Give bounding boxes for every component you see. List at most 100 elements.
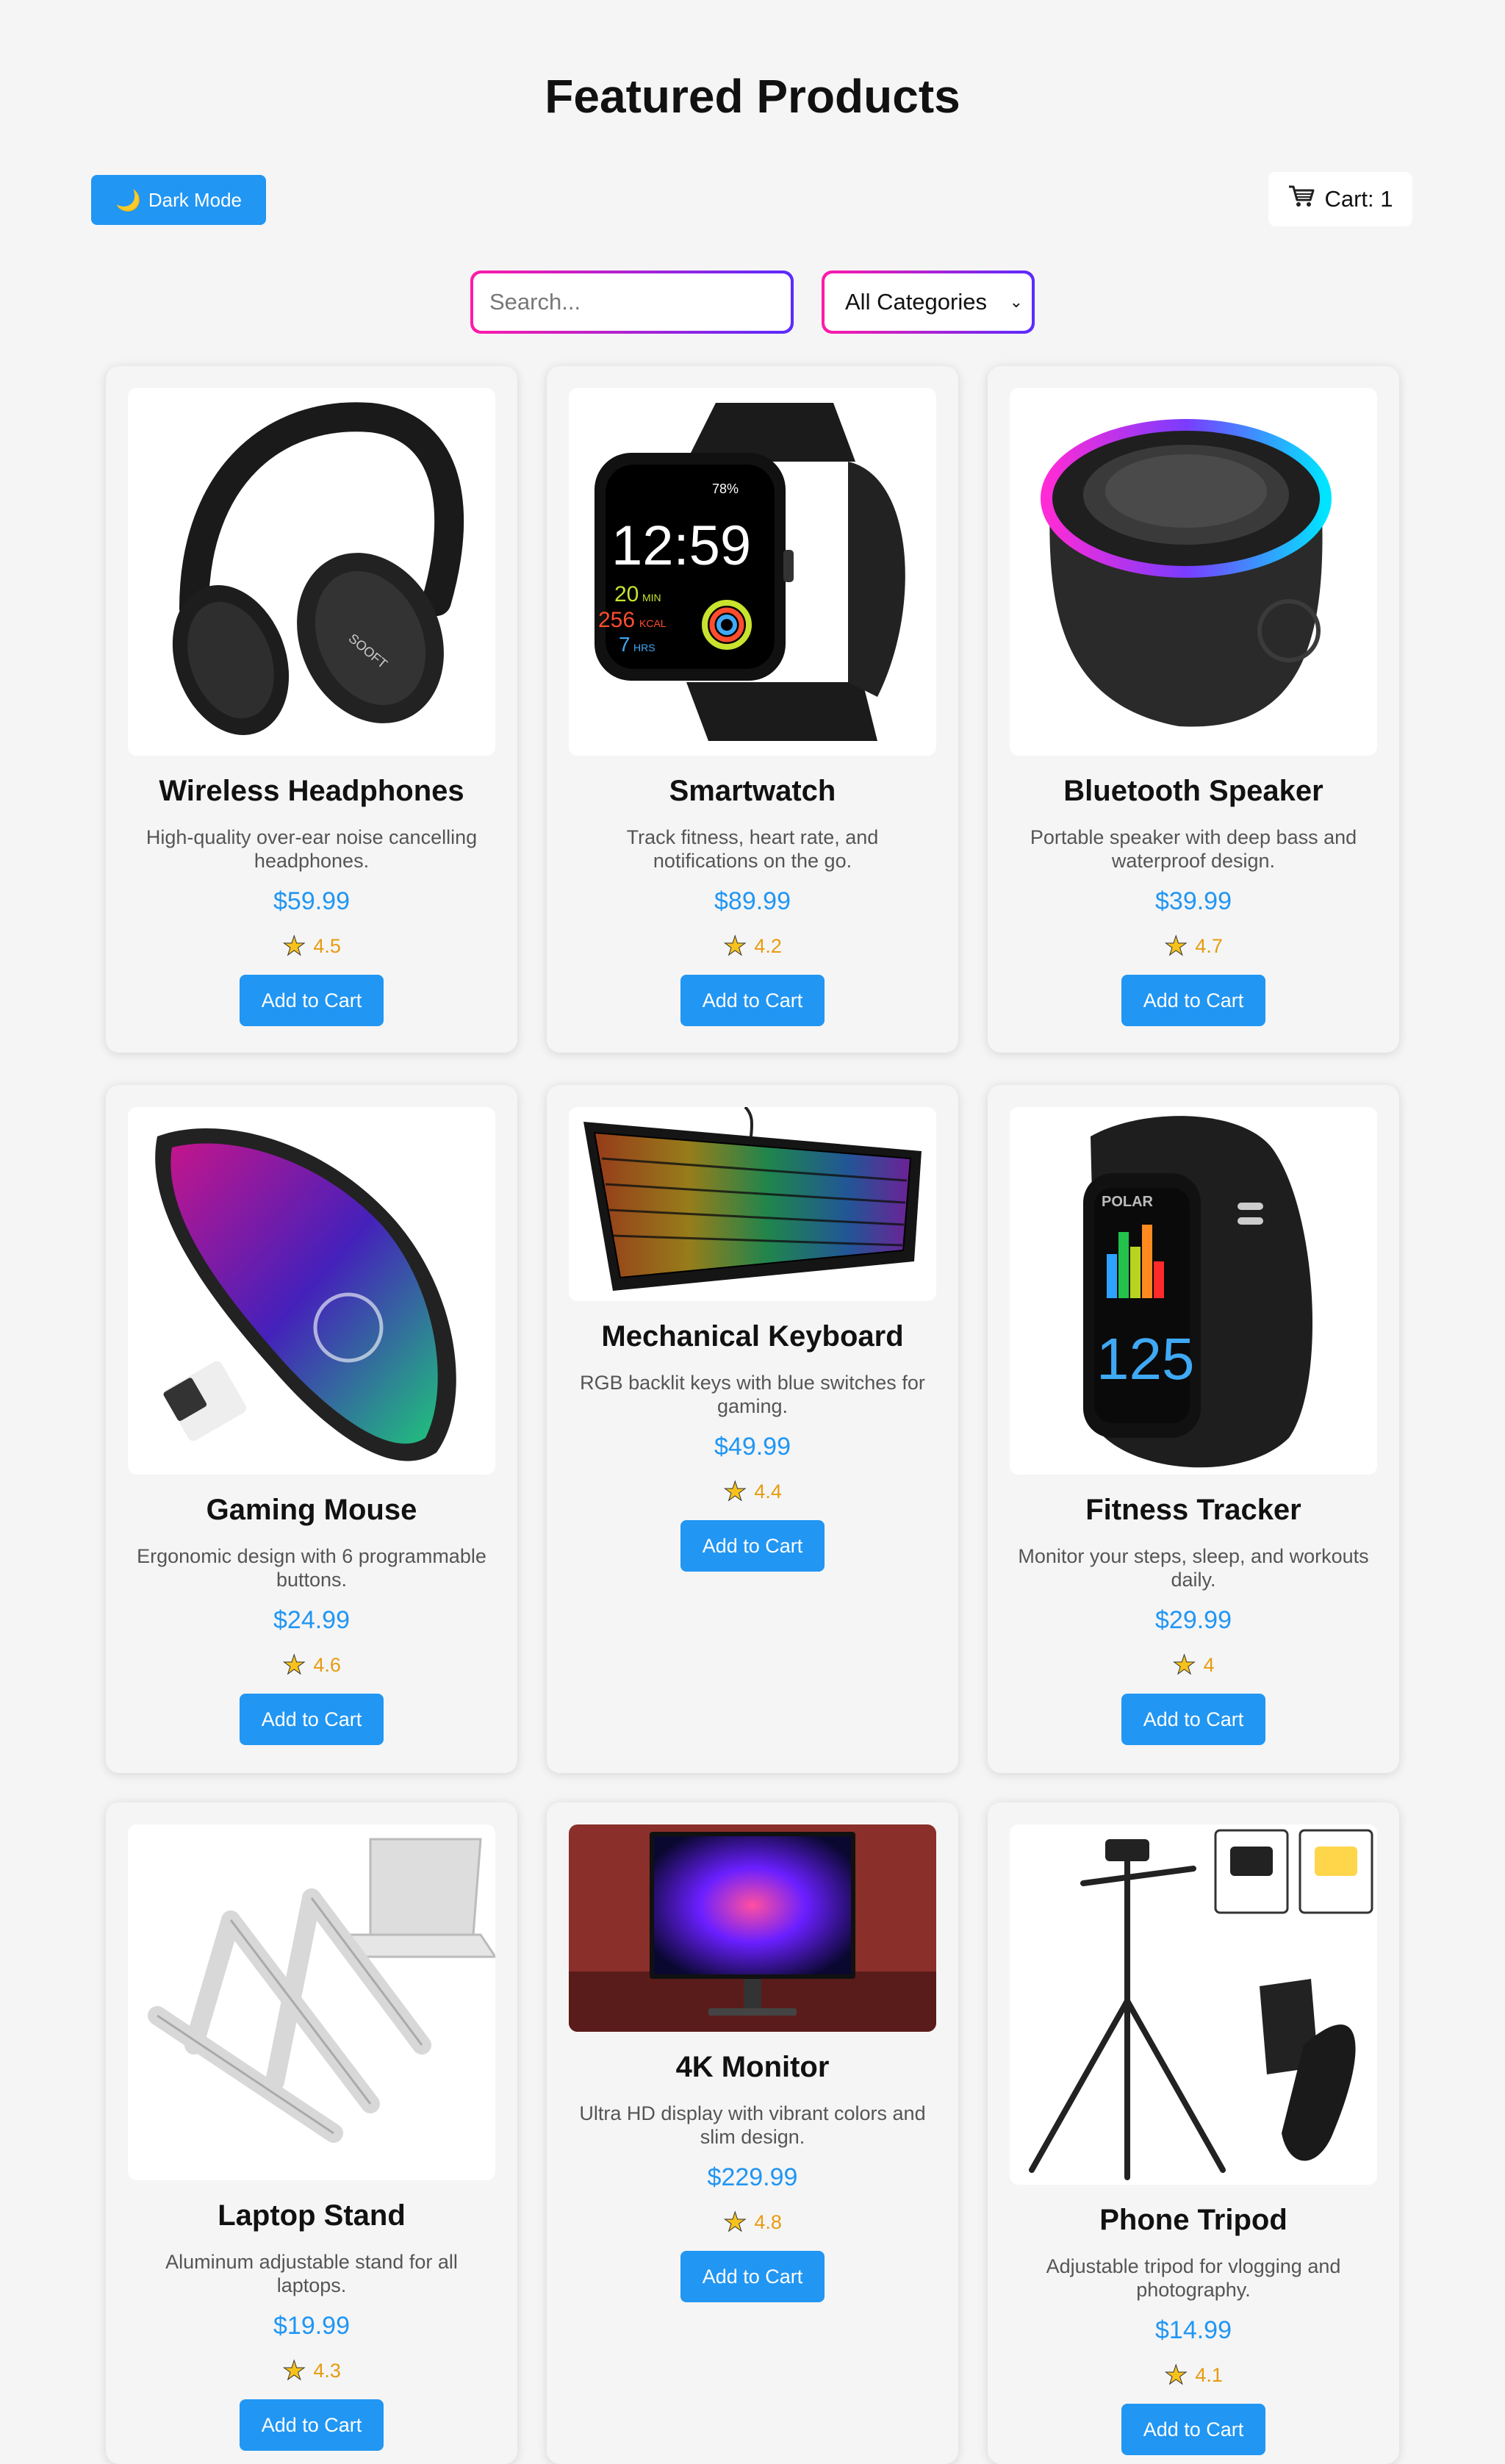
product-price: $24.99 xyxy=(273,1606,350,1634)
watch-min-unit: MIN xyxy=(642,592,661,604)
product-name: Phone Tripod xyxy=(1099,2204,1287,2236)
watch-time: 12:59 xyxy=(611,515,751,577)
dark-mode-button[interactable]: 🌙 Dark Mode xyxy=(91,175,266,225)
laptop-stand-image xyxy=(128,1824,495,2180)
watch-battery: 78% xyxy=(712,481,739,496)
add-to-cart-button[interactable]: Add to Cart xyxy=(1121,975,1265,1026)
cart-icon xyxy=(1287,184,1315,215)
product-name: Bluetooth Speaker xyxy=(1063,775,1323,807)
tracker-value: 125 xyxy=(1096,1326,1194,1392)
product-price: $49.99 xyxy=(714,1433,791,1461)
product-name: Mechanical Keyboard xyxy=(601,1320,904,1353)
headphones-image: SOOFT xyxy=(128,388,495,756)
product-description: Track fitness, heart rate, and notificat… xyxy=(626,826,879,872)
rating-value: 4.4 xyxy=(754,1480,782,1503)
product-rating: ★ 4.3 xyxy=(128,2355,495,2386)
watch-kcal-unit: KCAL xyxy=(639,617,667,629)
fitness-tracker-image: POLAR 125 xyxy=(1010,1107,1377,1475)
product-card: POLAR 125 Fitness Tracker Monitor your s… xyxy=(988,1085,1399,1773)
add-to-cart-button[interactable]: Add to Cart xyxy=(1121,1694,1265,1745)
product-card: 78% 12:59 20 MIN 256 KCAL 7 HRS Smartwat… xyxy=(547,366,958,1053)
star-icon: ★ xyxy=(723,2207,747,2238)
star-icon: ★ xyxy=(282,931,306,961)
product-description: Portable speaker with deep bass and wate… xyxy=(1030,826,1357,872)
keyboard-image xyxy=(569,1107,936,1301)
watch-min: 20 xyxy=(614,582,639,606)
product-card: Mechanical Keyboard RGB backlit keys wit… xyxy=(547,1085,958,1773)
category-select-value: All Categories xyxy=(845,289,987,315)
product-name: Gaming Mouse xyxy=(206,1494,417,1526)
category-select[interactable]: All Categories ⌄ xyxy=(822,271,1035,334)
star-icon: ★ xyxy=(282,2355,306,2386)
cart-count-label: Cart: 1 xyxy=(1324,186,1393,212)
product-name: Laptop Stand xyxy=(218,2199,406,2232)
monitor-image xyxy=(569,1824,936,2032)
product-rating: ★ 4.1 xyxy=(1010,2360,1377,2390)
rating-value: 4.8 xyxy=(754,2210,782,2233)
star-icon: ★ xyxy=(282,1650,306,1680)
product-description: Monitor your steps, sleep, and workouts … xyxy=(1018,1545,1369,1591)
star-icon: ★ xyxy=(1164,2360,1188,2390)
star-icon: ★ xyxy=(1164,931,1188,961)
product-card: Laptop Stand Aluminum adjustable stand f… xyxy=(106,1802,517,2464)
mouse-image xyxy=(128,1107,495,1475)
smartwatch-image: 78% 12:59 20 MIN 256 KCAL 7 HRS xyxy=(569,388,936,756)
product-card: Gaming Mouse Ergonomic design with 6 pro… xyxy=(106,1085,517,1773)
product-name: Fitness Tracker xyxy=(1085,1494,1301,1526)
watch-kcal: 256 xyxy=(598,608,635,632)
product-card: 4K Monitor Ultra HD display with vibrant… xyxy=(547,1802,958,2464)
star-icon: ★ xyxy=(723,1476,747,1507)
add-to-cart-button[interactable]: Add to Cart xyxy=(680,975,825,1026)
search-placeholder: Search... xyxy=(473,273,791,331)
moon-icon: 🌙 xyxy=(115,188,141,212)
product-card: Phone Tripod Adjustable tripod for vlogg… xyxy=(988,1802,1399,2464)
rating-value: 4 xyxy=(1203,1653,1215,1676)
add-to-cart-button[interactable]: Add to Cart xyxy=(240,2399,384,2451)
product-rating: ★ 4.7 xyxy=(1010,931,1377,961)
star-icon: ★ xyxy=(723,931,747,961)
rating-value: 4.2 xyxy=(754,934,782,957)
add-to-cart-button[interactable]: Add to Cart xyxy=(1121,2404,1265,2455)
product-name: 4K Monitor xyxy=(675,2051,830,2083)
product-card: Bluetooth Speaker Portable speaker with … xyxy=(988,366,1399,1053)
product-price: $89.99 xyxy=(714,887,791,915)
watch-hrs: 7 xyxy=(619,633,631,656)
rating-value: 4.3 xyxy=(313,2359,341,2382)
add-to-cart-button[interactable]: Add to Cart xyxy=(240,975,384,1026)
speaker-image xyxy=(1010,388,1377,756)
product-rating: ★ 4.8 xyxy=(569,2207,936,2238)
product-rating: ★ 4.5 xyxy=(128,931,495,961)
product-price: $29.99 xyxy=(1155,1606,1232,1634)
product-rating: ★ 4 xyxy=(1010,1650,1377,1680)
star-icon: ★ xyxy=(1172,1650,1196,1680)
rating-value: 4.1 xyxy=(1195,2363,1223,2386)
cart-button[interactable]: Cart: 1 xyxy=(1268,172,1412,226)
tripod-image xyxy=(1010,1824,1377,2185)
chevron-down-icon: ⌄ xyxy=(1009,293,1023,311)
search-input[interactable]: Search... xyxy=(470,271,794,334)
product-description: Adjustable tripod for vlogging and photo… xyxy=(1046,2255,1341,2301)
product-description: High-quality over-ear noise cancelling h… xyxy=(146,826,478,872)
product-description: Ergonomic design with 6 programmable but… xyxy=(137,1545,486,1591)
product-price: $19.99 xyxy=(273,2312,350,2340)
product-price: $14.99 xyxy=(1155,2316,1232,2344)
rating-value: 4.7 xyxy=(1195,934,1223,957)
product-rating: ★ 4.6 xyxy=(128,1650,495,1680)
product-price: $229.99 xyxy=(707,2163,798,2191)
dark-mode-label: Dark Mode xyxy=(148,188,243,211)
product-name: Smartwatch xyxy=(669,775,836,807)
add-to-cart-button[interactable]: Add to Cart xyxy=(680,2251,825,2302)
product-description: RGB backlit keys with blue switches for … xyxy=(580,1372,925,1417)
product-card: SOOFT Wireless Headphones High-quality o… xyxy=(106,366,517,1053)
product-price: $59.99 xyxy=(273,887,350,915)
tracker-brand: POLAR xyxy=(1102,1194,1154,1210)
watch-hrs-unit: HRS xyxy=(633,642,655,653)
rating-value: 4.5 xyxy=(313,934,341,957)
add-to-cart-button[interactable]: Add to Cart xyxy=(680,1520,825,1572)
product-description: Aluminum adjustable stand for all laptop… xyxy=(165,2251,458,2296)
add-to-cart-button[interactable]: Add to Cart xyxy=(240,1694,384,1745)
product-description: Ultra HD display with vibrant colors and… xyxy=(579,2102,926,2148)
page-title: Featured Products xyxy=(545,70,960,123)
product-rating: ★ 4.2 xyxy=(569,931,936,961)
product-price: $39.99 xyxy=(1155,887,1232,915)
